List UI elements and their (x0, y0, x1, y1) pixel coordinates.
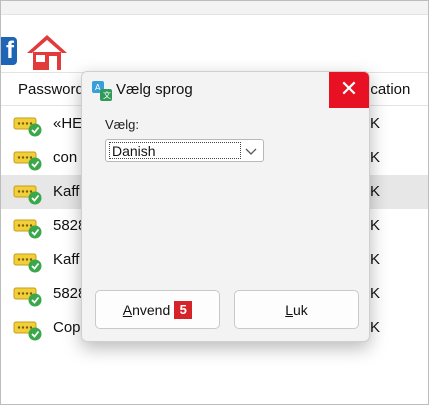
password-key-icon (13, 117, 42, 137)
close-button[interactable]: Luk (234, 290, 359, 329)
window-frame: f Passwords ication «HE Kcon K Kaff K 5828 K Ka… (0, 0, 429, 405)
password-key-icon (13, 253, 42, 273)
apply-button[interactable]: Anvend 5 (95, 290, 220, 329)
close-button-label: Luk (285, 301, 308, 318)
row-application: K (370, 319, 381, 336)
language-dropdown[interactable]: Danish (105, 139, 264, 162)
svg-text:A: A (95, 83, 101, 92)
language-selected-value: Danish (109, 142, 241, 159)
facebook-icon[interactable]: f (1, 37, 17, 65)
password-key-icon (13, 219, 42, 239)
row-title: Kaff (53, 183, 80, 200)
language-label: Vælg: (105, 117, 139, 132)
title-strip (1, 1, 428, 15)
toolbar: f (1, 15, 428, 73)
step-badge: 5 (174, 300, 193, 319)
password-key-icon (13, 151, 42, 171)
row-application: K (370, 251, 381, 268)
row-title: «HE (53, 115, 83, 132)
app-bottom-area (1, 373, 428, 404)
svg-text:文: 文 (103, 90, 111, 100)
home-icon[interactable] (25, 33, 69, 73)
row-application: K (370, 115, 381, 132)
row-application: K (370, 149, 381, 166)
column-header-application[interactable]: ication (367, 74, 410, 106)
language-icon: A 文 (92, 81, 112, 101)
row-application: K (370, 285, 381, 302)
chevron-down-icon[interactable] (245, 145, 257, 157)
row-application: K (370, 183, 381, 200)
password-key-icon (13, 287, 42, 307)
dialog-title: Vælg sprog (116, 81, 193, 98)
row-title: Kaff (53, 251, 80, 268)
row-title: con (53, 149, 78, 166)
close-icon[interactable]: ✕ (329, 72, 369, 108)
language-dialog: A 文 Vælg sprog ✕ Vælg: Danish Anvend 5 L… (81, 71, 370, 342)
password-key-icon (13, 185, 42, 205)
row-application: K (370, 217, 381, 234)
apply-button-label: Anvend (122, 301, 171, 318)
dialog-titlebar[interactable]: A 文 Vælg sprog ✕ (82, 72, 369, 108)
row-title: Cop (53, 319, 81, 336)
password-key-icon (13, 321, 42, 341)
